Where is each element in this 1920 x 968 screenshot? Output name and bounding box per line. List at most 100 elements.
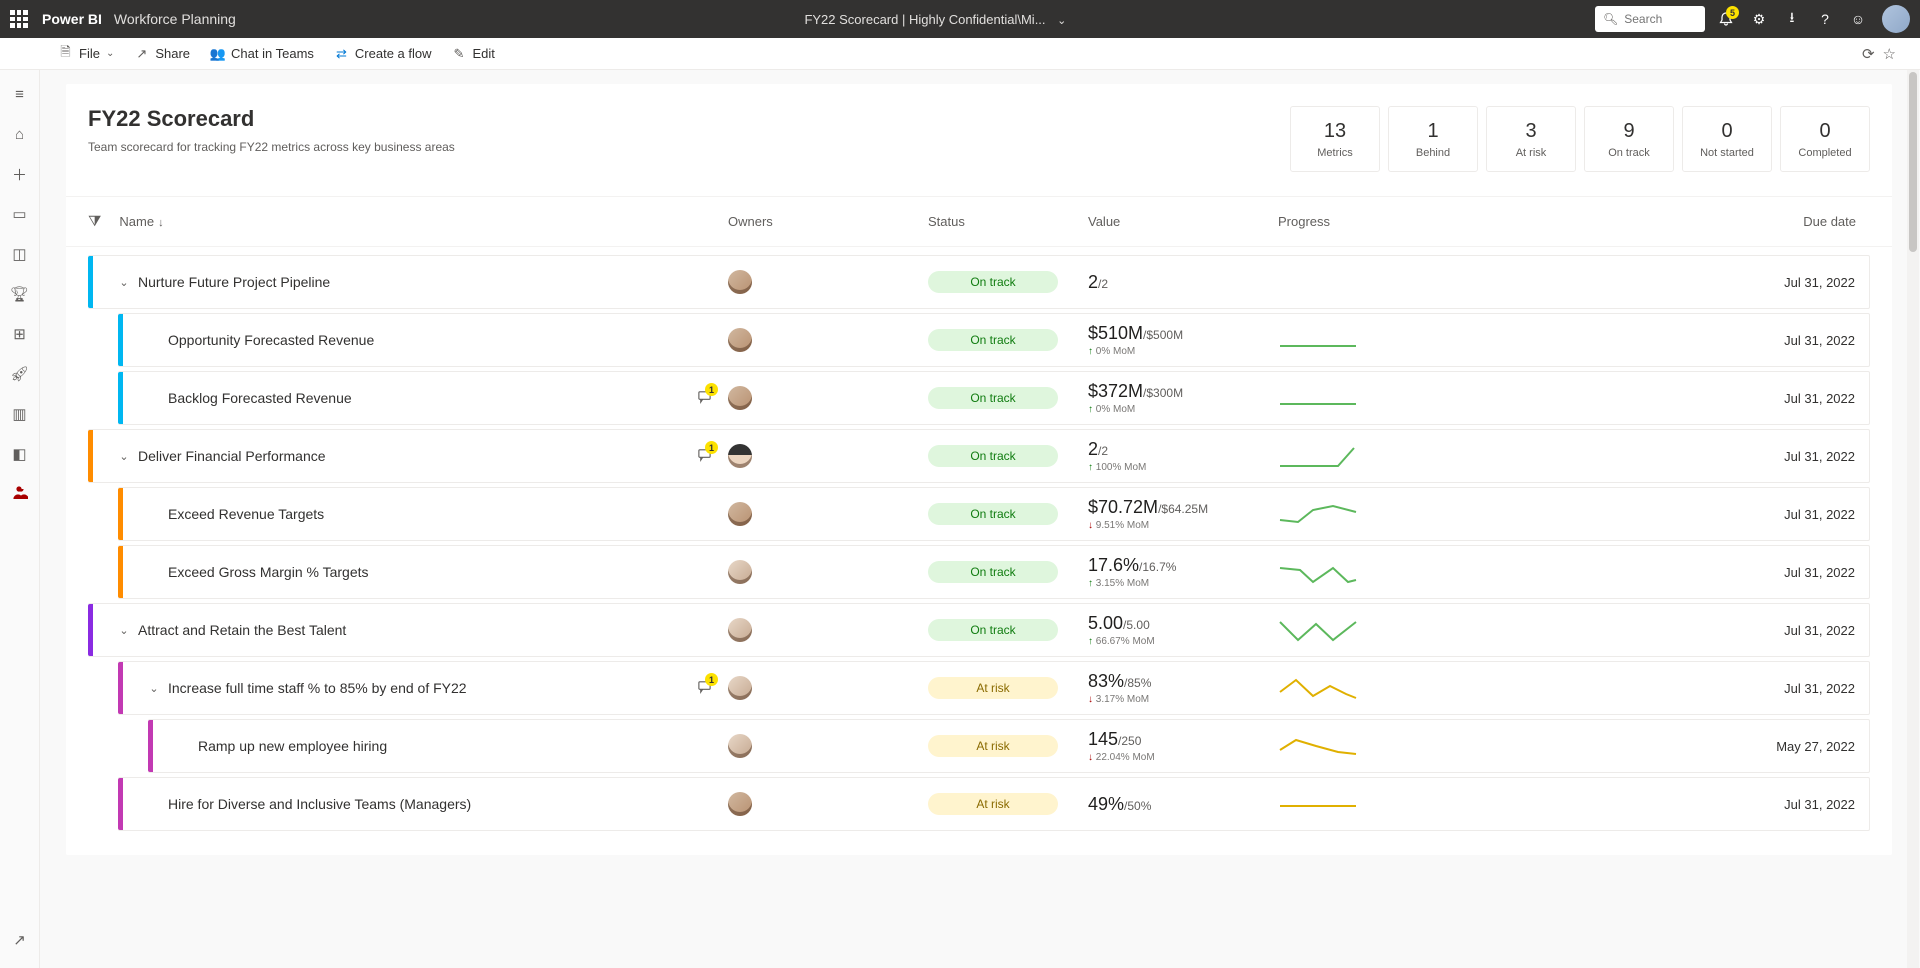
- due-date: Jul 31, 2022: [1378, 391, 1869, 406]
- file-menu[interactable]: 🗎 File ⌄: [50, 38, 122, 69]
- breadcrumb[interactable]: FY22 Scorecard | Highly Confidential\Mi.…: [276, 12, 1595, 27]
- chevron-down-icon[interactable]: ⌄: [110, 276, 138, 289]
- comment-icon[interactable]: 1: [697, 447, 712, 465]
- table-row[interactable]: Exceed Gross Margin % TargetsOn track17.…: [118, 545, 1870, 599]
- sparkline: [1278, 732, 1358, 760]
- create-icon[interactable]: ＋: [4, 158, 36, 190]
- owner-avatar[interactable]: [728, 386, 752, 410]
- feedback-icon[interactable]: ☺: [1843, 4, 1873, 34]
- settings-icon[interactable]: ⚙: [1744, 4, 1774, 34]
- row-name: Ramp up new employee hiring: [198, 738, 728, 754]
- sparkline: [1278, 326, 1358, 354]
- current-workspace-icon[interactable]: [4, 478, 36, 510]
- value-trend: 3.17% MoM: [1088, 694, 1278, 705]
- owner-avatar[interactable]: [728, 792, 752, 816]
- chat-teams-button[interactable]: 👥 Chat in Teams: [202, 38, 322, 69]
- status-badge: On track: [928, 445, 1058, 467]
- search-input[interactable]: 🔍︎: [1595, 6, 1705, 32]
- value-trend: 9.51% MoM: [1088, 520, 1278, 531]
- comment-icon[interactable]: 1: [697, 389, 712, 407]
- workspace-icon[interactable]: ◧: [4, 438, 36, 470]
- table-row[interactable]: Backlog Forecasted Revenue1On track$372M…: [118, 371, 1870, 425]
- status-badge: At risk: [928, 677, 1058, 699]
- create-flow-button[interactable]: ⇄ Create a flow: [326, 38, 440, 69]
- summary-lbl: Metrics: [1317, 147, 1352, 159]
- table-row[interactable]: ⌄Attract and Retain the Best TalentOn tr…: [88, 603, 1870, 657]
- owner-avatar[interactable]: [728, 444, 752, 468]
- summary-card[interactable]: 1Behind: [1388, 106, 1478, 172]
- comment-icon[interactable]: 1: [697, 679, 712, 697]
- value-main: $510M: [1088, 323, 1143, 343]
- expand-nav-icon[interactable]: ↗: [4, 924, 36, 956]
- learn-icon[interactable]: ▥: [4, 398, 36, 430]
- col-value-label[interactable]: Value: [1088, 214, 1120, 229]
- avatar[interactable]: [1882, 5, 1910, 33]
- value-target: /2: [1098, 277, 1108, 291]
- favorite-icon[interactable]: ☆: [1883, 45, 1896, 63]
- owner-avatar[interactable]: [728, 502, 752, 526]
- app-launcher-icon[interactable]: [10, 10, 28, 28]
- filter-icon[interactable]: ⧩: [88, 213, 101, 230]
- summary-card[interactable]: 13Metrics: [1290, 106, 1380, 172]
- goals-icon[interactable]: 🏆︎: [4, 278, 36, 310]
- owner-avatar[interactable]: [728, 328, 752, 352]
- status-color-bar: [118, 314, 123, 366]
- table-row[interactable]: Opportunity Forecasted RevenueOn track$5…: [118, 313, 1870, 367]
- chevron-down-icon[interactable]: ⌄: [110, 624, 138, 637]
- notifications-icon[interactable]: 5: [1711, 4, 1741, 34]
- table-row[interactable]: ⌄Nurture Future Project PipelineOn track…: [88, 255, 1870, 309]
- summary-card[interactable]: 0Completed: [1780, 106, 1870, 172]
- help-icon[interactable]: ?: [1810, 4, 1840, 34]
- flow-label: Create a flow: [355, 46, 432, 61]
- summary-cards: 13Metrics1Behind3At risk9On track0Not st…: [1290, 106, 1870, 172]
- table-row[interactable]: Hire for Diverse and Inclusive Teams (Ma…: [118, 777, 1870, 831]
- table-row[interactable]: ⌄Deliver Financial Performance1On track2…: [88, 429, 1870, 483]
- workspace-name[interactable]: Workforce Planning: [114, 11, 236, 27]
- sparkline: [1278, 384, 1358, 412]
- owner-avatar[interactable]: [728, 270, 752, 294]
- due-date: Jul 31, 2022: [1378, 275, 1869, 290]
- menu-icon[interactable]: ≡: [4, 78, 36, 110]
- col-due-label[interactable]: Due date: [1803, 214, 1856, 229]
- owner-avatar[interactable]: [728, 676, 752, 700]
- chevron-down-icon[interactable]: ⌄: [110, 450, 138, 463]
- table-row[interactable]: ⌄Increase full time staff % to 85% by en…: [118, 661, 1870, 715]
- summary-lbl: Behind: [1416, 147, 1450, 159]
- summary-card[interactable]: 3At risk: [1486, 106, 1576, 172]
- edit-button[interactable]: ✎ Edit: [444, 38, 503, 69]
- row-name: Nurture Future Project Pipeline: [138, 274, 728, 290]
- col-status-label[interactable]: Status: [928, 214, 965, 229]
- sort-down-icon[interactable]: ↓: [158, 217, 164, 229]
- search-field[interactable]: [1624, 12, 1694, 26]
- download-icon[interactable]: ⭳: [1777, 4, 1807, 34]
- value-main: $70.72M: [1088, 497, 1158, 517]
- col-progress-label[interactable]: Progress: [1278, 214, 1330, 229]
- chat-label: Chat in Teams: [231, 46, 314, 61]
- table-row[interactable]: Ramp up new employee hiringAt risk145/25…: [148, 719, 1870, 773]
- share-button[interactable]: ↗ Share: [126, 38, 198, 69]
- data-hub-icon[interactable]: ◫: [4, 238, 36, 270]
- refresh-icon[interactable]: ⟳: [1862, 45, 1875, 63]
- rows-container: ⌄Nurture Future Project PipelineOn track…: [66, 247, 1892, 855]
- home-icon[interactable]: ⌂: [4, 118, 36, 150]
- col-owners-label[interactable]: Owners: [728, 214, 773, 229]
- summary-num: 0: [1819, 120, 1830, 143]
- row-name: Opportunity Forecasted Revenue: [168, 332, 728, 348]
- browse-icon[interactable]: ▭: [4, 198, 36, 230]
- value-trend: 0% MoM: [1088, 404, 1278, 415]
- scrollbar[interactable]: [1907, 70, 1919, 968]
- col-name-label[interactable]: Name: [119, 214, 154, 229]
- table-row[interactable]: Exceed Revenue TargetsOn track$70.72M/$6…: [118, 487, 1870, 541]
- owner-avatar[interactable]: [728, 618, 752, 642]
- owner-avatar[interactable]: [728, 560, 752, 584]
- summary-card[interactable]: 9On track: [1584, 106, 1674, 172]
- sparkline: [1278, 790, 1358, 818]
- summary-card[interactable]: 0Not started: [1682, 106, 1772, 172]
- apps-icon[interactable]: ⊞: [4, 318, 36, 350]
- owner-avatar[interactable]: [728, 734, 752, 758]
- deployment-icon[interactable]: 🚀︎: [4, 358, 36, 390]
- leftnav: ≡ ⌂ ＋ ▭ ◫ 🏆︎ ⊞ 🚀︎ ▥ ◧ ↗: [0, 70, 40, 968]
- value-target: /50%: [1124, 799, 1151, 813]
- chevron-down-icon[interactable]: ⌄: [140, 682, 168, 695]
- page-title: FY22 Scorecard: [88, 106, 455, 132]
